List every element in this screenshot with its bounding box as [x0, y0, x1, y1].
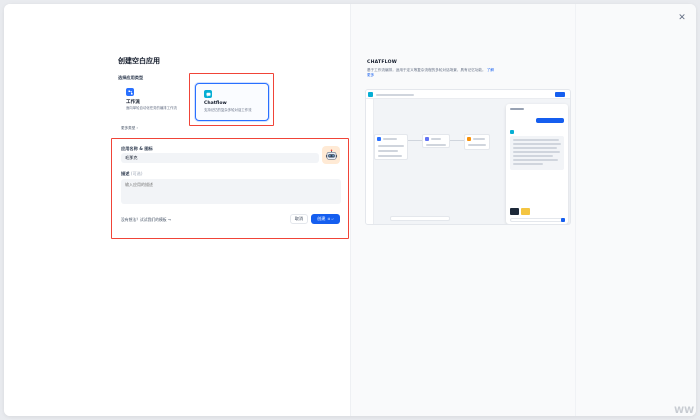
app-icon-picker[interactable]	[322, 146, 340, 164]
app-name-label: 应用名称 & 图标	[121, 146, 153, 151]
app-type-label: 选择应用类型	[118, 75, 144, 80]
preview-desc-text: 基于工作流编排，适用于定义等复杂流程的多轮对话场景，具有记忆功能。	[367, 68, 486, 72]
create-app-modal: 创建空白应用 选择应用类型 工作流 面向单轮自动化任务的编排工作流 Chatfl…	[4, 4, 696, 416]
preview-node-answer	[464, 134, 490, 150]
preview-sidebar	[366, 99, 374, 224]
highlight-annotation-type	[189, 73, 274, 126]
shortcut-hint: ⌘ ↵	[327, 217, 334, 221]
preview-edge	[450, 140, 464, 141]
optional-tag: (可选)	[130, 171, 143, 176]
modal-title: 创建空白应用	[118, 57, 160, 65]
preview-edge	[408, 140, 422, 141]
chatflow-preview-image	[365, 89, 571, 225]
preview-chat-panel	[506, 104, 568, 224]
cancel-button[interactable]: 取消	[290, 214, 308, 224]
cancel-label: 取消	[294, 216, 304, 221]
preview-image-thumb	[521, 208, 530, 215]
robot-emoji-icon	[325, 149, 337, 160]
app-desc-label: 描述 (可选)	[121, 171, 143, 177]
app-name-input[interactable]	[121, 153, 319, 163]
preview-title: CHATFLOW	[367, 60, 398, 65]
card-desc: 面向单轮自动化任务的编排工作流	[126, 106, 177, 110]
create-form-pane: 创建空白应用 选择应用类型 工作流 面向单轮自动化任务的编排工作流 Chatfl…	[4, 4, 350, 416]
create-button[interactable]: 创建 ⌘ ↵	[311, 214, 340, 224]
close-button[interactable]: ✕	[676, 12, 688, 24]
create-label: 创建	[317, 216, 326, 221]
close-icon: ✕	[678, 13, 686, 23]
divider-line	[575, 4, 576, 416]
preview-node-start	[374, 134, 408, 160]
more-types-link[interactable]: 更多类型 ›	[121, 126, 138, 131]
app-desc-textarea[interactable]	[121, 179, 341, 204]
app-type-workflow-card[interactable]: 工作流 面向单轮自动化任务的编排工作流	[118, 82, 190, 122]
preview-desc: 基于工作流编排，适用于定义等复杂流程的多轮对话场景，具有记忆功能。 了解更多	[367, 68, 497, 78]
template-link[interactable]: 没有想法？试试我们的模板 →	[121, 217, 171, 223]
preview-node-llm	[422, 134, 450, 148]
preview-toolbar	[390, 216, 450, 221]
desc-label-text: 描述	[121, 171, 130, 176]
workflow-icon	[126, 88, 134, 96]
preview-image-thumb	[510, 208, 519, 215]
watermark: WW	[674, 406, 694, 416]
preview-pane: ✕ CHATFLOW 基于工作流编排，适用于定义等复杂流程的多轮对话场景，具有记…	[350, 4, 696, 416]
preview-topbar	[366, 90, 570, 99]
